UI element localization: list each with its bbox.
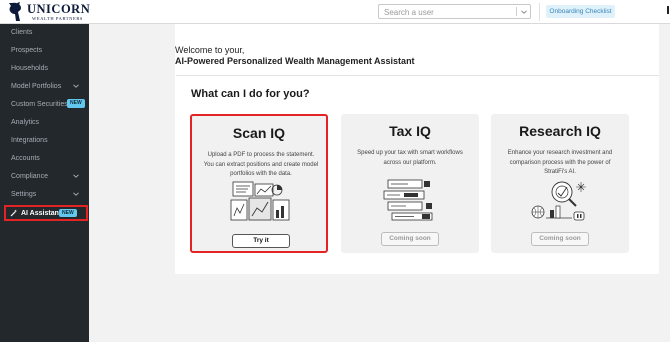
unicorn-logo-icon xyxy=(9,2,21,21)
card-description: Upload a PDF to process the statement. Y… xyxy=(203,152,319,177)
search-separator xyxy=(516,7,517,16)
sidebar-item-clients[interactable]: Clients xyxy=(0,25,89,39)
magic-wand-icon xyxy=(10,209,18,217)
coming-soon-button[interactable]: Coming soon xyxy=(531,232,589,246)
brand-logo[interactable]: UNICORN WEALTH PARTNERS xyxy=(8,1,90,23)
new-badge: NEW xyxy=(67,99,85,108)
card-title: Tax IQ xyxy=(389,123,431,139)
sidebar-item-model-portfolios[interactable]: Model Portfolios xyxy=(0,79,89,93)
sidebar-item-analytics[interactable]: Analytics xyxy=(0,115,89,129)
sidebar-item-label: Custom Securities xyxy=(11,100,68,108)
sidebar-item-label: Settings xyxy=(11,190,37,198)
card-title: Research IQ xyxy=(519,123,601,139)
sidebar-item-label: Analytics xyxy=(11,118,40,126)
user-search-input[interactable] xyxy=(384,7,509,17)
chevron-down-icon[interactable] xyxy=(72,190,80,198)
try-it-button[interactable]: Try it xyxy=(232,234,290,248)
sidebar-item-accounts[interactable]: Accounts xyxy=(0,151,89,165)
card-tax-iq[interactable]: Tax IQ Speed up your tax with smart work… xyxy=(341,114,479,253)
top-bar: UNICORN WEALTH PARTNERS Onboarding Check… xyxy=(0,0,670,24)
sidebar-item-label: Clients xyxy=(11,28,33,36)
sidebar-item-label: Households xyxy=(11,64,48,72)
onboarding-checklist-button[interactable]: Onboarding Checklist xyxy=(546,5,615,18)
sidebar-item-label: Accounts xyxy=(11,154,40,162)
chevron-down-icon[interactable] xyxy=(72,82,80,90)
card-description: Enhance your research investment and com… xyxy=(507,150,613,175)
user-search-select[interactable] xyxy=(378,4,531,19)
section-heading: What can I do for you? xyxy=(191,88,310,100)
sidebar-item-label: Prospects xyxy=(11,46,43,54)
sidebar-item-label: Integrations xyxy=(11,136,48,144)
sidebar-item-label: Model Portfolios xyxy=(11,82,62,90)
sidebar-item-prospects[interactable]: Prospects xyxy=(0,43,89,57)
brand-subtitle: WEALTH PARTNERS xyxy=(32,15,84,21)
sidebar-item-ai-assistant[interactable]: AI Assistant NEW xyxy=(4,205,88,221)
brand-name: UNICORN xyxy=(27,2,91,16)
sidebar-item-compliance[interactable]: Compliance xyxy=(0,169,89,183)
profile-menu-edge[interactable] xyxy=(667,6,669,14)
topbar-divider xyxy=(539,3,540,21)
document-charts-icon xyxy=(230,181,290,221)
sidebar: Clients Prospects Households Model Portf… xyxy=(0,24,89,342)
chevron-down-icon[interactable] xyxy=(520,8,528,16)
sidebar-item-integrations[interactable]: Integrations xyxy=(0,133,89,147)
tax-forms-icon xyxy=(383,179,433,221)
sidebar-item-settings[interactable]: Settings xyxy=(0,187,89,201)
sidebar-item-households[interactable]: Households xyxy=(0,61,89,75)
chevron-down-icon[interactable] xyxy=(72,172,80,180)
card-scan-iq[interactable]: Scan IQ Upload a PDF to process the stat… xyxy=(190,114,328,253)
card-title: Scan IQ xyxy=(232,125,286,141)
sidebar-item-label: AI Assistant xyxy=(21,209,62,217)
card-research-iq[interactable]: Research IQ Enhance your research invest… xyxy=(491,114,629,253)
card-description: Speed up your tax with smart workflows a… xyxy=(357,150,463,166)
sidebar-item-custom-securities[interactable]: Custom Securities NEW xyxy=(0,97,89,111)
welcome-text: Welcome to your, xyxy=(175,45,245,55)
research-magnifier-icon xyxy=(531,181,586,221)
coming-soon-button[interactable]: Coming soon xyxy=(381,232,439,246)
new-badge: NEW xyxy=(59,209,77,217)
sidebar-item-label: Compliance xyxy=(11,172,48,180)
page-title: AI-Powered Personalized Wealth Managemen… xyxy=(175,56,415,66)
section-divider xyxy=(176,75,659,76)
